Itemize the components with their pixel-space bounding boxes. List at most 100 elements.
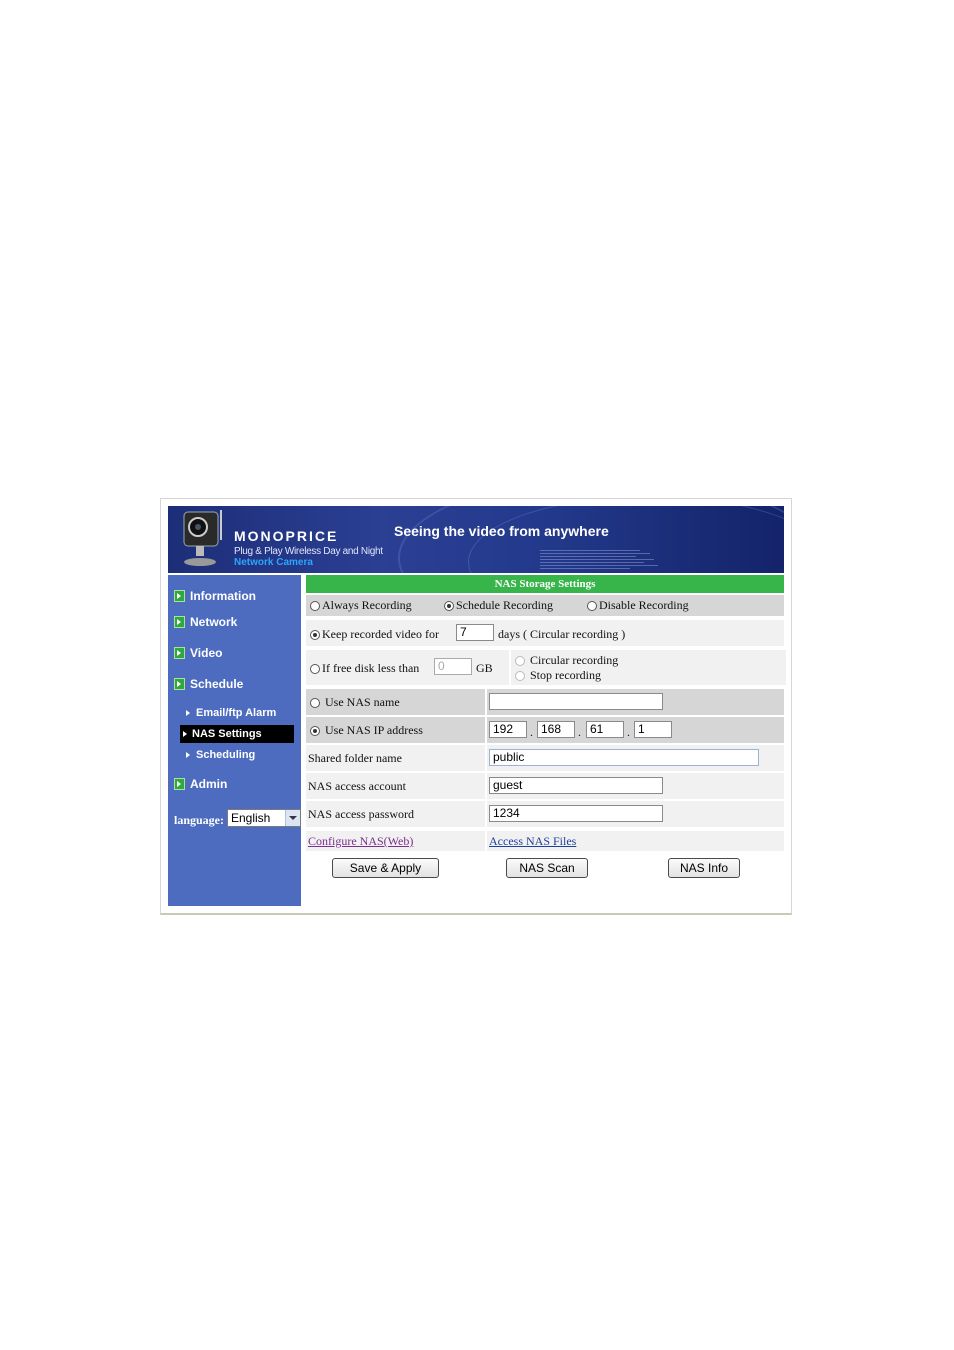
sidebar-item-label: Schedule [190, 677, 244, 691]
disable-recording-option[interactable]: Disable Recording [587, 598, 689, 613]
sidebar-item-label: Admin [190, 777, 228, 791]
triangle-bullet-icon [183, 731, 187, 737]
save-apply-button[interactable]: Save & Apply [332, 858, 439, 878]
use-nas-name-option[interactable]: Use NAS name [310, 695, 400, 710]
use-nas-name-label: Use NAS name [325, 695, 400, 709]
banner-fine-print [540, 550, 660, 571]
free-disk-radio[interactable] [310, 664, 320, 675]
ip-octet-2-input[interactable]: 168 [537, 721, 575, 738]
stop-recording-radio[interactable] [515, 671, 525, 682]
use-nas-ip-value-cell: 192 . 168 . 61 . 1 [487, 717, 784, 743]
header-banner: MONOPRICE Plug & Play Wireless Day and N… [168, 506, 784, 573]
recording-mode-row: Always Recording Schedule Recording Disa… [306, 595, 784, 616]
access-nas-files-link[interactable]: Access NAS Files [489, 834, 576, 849]
ip-octet-4-input[interactable]: 1 [634, 721, 672, 738]
sidebar-item-schedule[interactable]: Schedule [174, 677, 243, 691]
brand-name: MONOPRICE [234, 528, 339, 544]
access-nas-cell: Access NAS Files [487, 831, 784, 851]
shared-folder-label-cell: Shared folder name [306, 745, 485, 771]
use-nas-name-radio[interactable] [310, 698, 320, 709]
nas-account-input[interactable]: guest [489, 777, 663, 794]
nas-account-label-cell: NAS access account [306, 773, 485, 799]
free-disk-label: If free disk less than [322, 661, 420, 675]
brand-product: Network Camera [234, 557, 313, 568]
use-nas-ip-option[interactable]: Use NAS IP address [310, 723, 423, 738]
sidebar-subitem-label: NAS Settings [192, 728, 262, 740]
keep-recorded-row: Keep recorded video for 7 days ( Circula… [306, 620, 784, 646]
nas-password-row: NAS access password 1234 [306, 801, 784, 827]
use-nas-ip-label-cell: Use NAS IP address [306, 717, 485, 743]
sidebar-item-video[interactable]: Video [174, 646, 222, 660]
shared-folder-row: Shared folder name public [306, 745, 784, 771]
keep-days-input[interactable]: 7 [456, 624, 494, 641]
sidebar-subitem-scheduling[interactable]: Scheduling [186, 749, 255, 761]
stop-recording-label: Stop recording [530, 668, 601, 682]
ip-dot: . [578, 725, 581, 739]
arrow-bullet-icon [174, 616, 185, 628]
always-recording-option[interactable]: Always Recording [310, 598, 412, 613]
sidebar-item-network[interactable]: Network [174, 615, 237, 629]
sidebar-item-label: Video [190, 646, 223, 660]
always-recording-label: Always Recording [322, 598, 412, 612]
keep-recorded-label: Keep recorded video for [322, 627, 439, 641]
nas-links-row: Configure NAS(Web) Access NAS Files [306, 831, 784, 851]
sidebar-subitem-email-ftp-alarm[interactable]: Email/ftp Alarm [186, 707, 276, 719]
nas-account-row: NAS access account guest [306, 773, 784, 799]
free-disk-gb-input[interactable]: 0 [434, 658, 472, 675]
circular-recording-radio[interactable] [515, 656, 525, 667]
sidebar-subitem-nas-settings[interactable]: NAS Settings [180, 725, 294, 743]
arrow-bullet-icon [174, 647, 185, 659]
language-selected-value: English [231, 811, 271, 825]
schedule-recording-option[interactable]: Schedule Recording [444, 598, 553, 613]
free-disk-unit: GB [476, 661, 493, 675]
camera-logo-icon [183, 510, 222, 566]
disable-recording-radio[interactable] [587, 601, 597, 612]
always-recording-radio[interactable] [310, 601, 320, 612]
use-nas-ip-label: Use NAS IP address [325, 723, 423, 737]
free-disk-option[interactable]: If free disk less than [310, 661, 419, 676]
circular-recording-option[interactable]: Circular recording [515, 653, 618, 668]
free-disk-action-cell: Circular recording Stop recording [509, 650, 786, 685]
arrow-bullet-icon [174, 778, 185, 790]
schedule-recording-label: Schedule Recording [456, 598, 553, 612]
arrow-bullet-icon [174, 590, 185, 602]
sidebar-subitem-label: Email/ftp Alarm [196, 707, 277, 719]
brand-subtitle: Plug & Play Wireless Day and Night [234, 546, 383, 557]
nas-account-label: NAS access account [308, 779, 406, 793]
sidebar-item-label: Information [190, 589, 256, 603]
use-nas-ip-radio[interactable] [310, 726, 320, 737]
arrow-bullet-icon [174, 678, 185, 690]
sidebar-item-label: Network [190, 615, 238, 629]
nas-account-value-cell: guest [487, 773, 784, 799]
camera-web-ui-window: MONOPRICE Plug & Play Wireless Day and N… [160, 498, 792, 915]
schedule-recording-radio[interactable] [444, 601, 454, 612]
use-nas-name-label-cell: Use NAS name [306, 689, 485, 715]
keep-days-suffix: days ( Circular recording ) [498, 627, 626, 641]
keep-recorded-option[interactable]: Keep recorded video for [310, 627, 439, 642]
nas-password-label-cell: NAS access password [306, 801, 485, 827]
keep-recorded-radio[interactable] [310, 630, 320, 641]
use-nas-ip-row: Use NAS IP address 192 . 168 . 61 . 1 [306, 717, 784, 743]
ip-dot: . [530, 725, 533, 739]
language-label: language: [174, 813, 225, 827]
disable-recording-label: Disable Recording [599, 598, 689, 612]
nas-password-value-cell: 1234 [487, 801, 784, 827]
ip-octet-3-input[interactable]: 61 [586, 721, 624, 738]
shared-folder-input[interactable]: public [489, 749, 759, 766]
triangle-bullet-icon [186, 752, 190, 758]
configure-nas-web-link[interactable]: Configure NAS(Web) [308, 834, 413, 849]
sidebar-item-information[interactable]: Information [174, 589, 256, 603]
circular-recording-label: Circular recording [530, 653, 619, 667]
nas-name-input[interactable] [489, 693, 663, 710]
stop-recording-option[interactable]: Stop recording [515, 668, 601, 683]
nas-scan-button[interactable]: NAS Scan [506, 858, 588, 878]
sidebar-item-admin[interactable]: Admin [174, 777, 227, 791]
nas-password-input[interactable]: 1234 [489, 805, 663, 822]
chevron-down-icon[interactable] [285, 810, 300, 826]
ip-octet-1-input[interactable]: 192 [489, 721, 527, 738]
sidebar-subitem-label: Scheduling [196, 749, 256, 761]
sidebar: Information Network Video Schedule Email… [168, 575, 301, 906]
language-select[interactable]: English [227, 809, 301, 827]
configure-nas-cell: Configure NAS(Web) [306, 831, 485, 851]
nas-info-button[interactable]: NAS Info [668, 858, 740, 878]
